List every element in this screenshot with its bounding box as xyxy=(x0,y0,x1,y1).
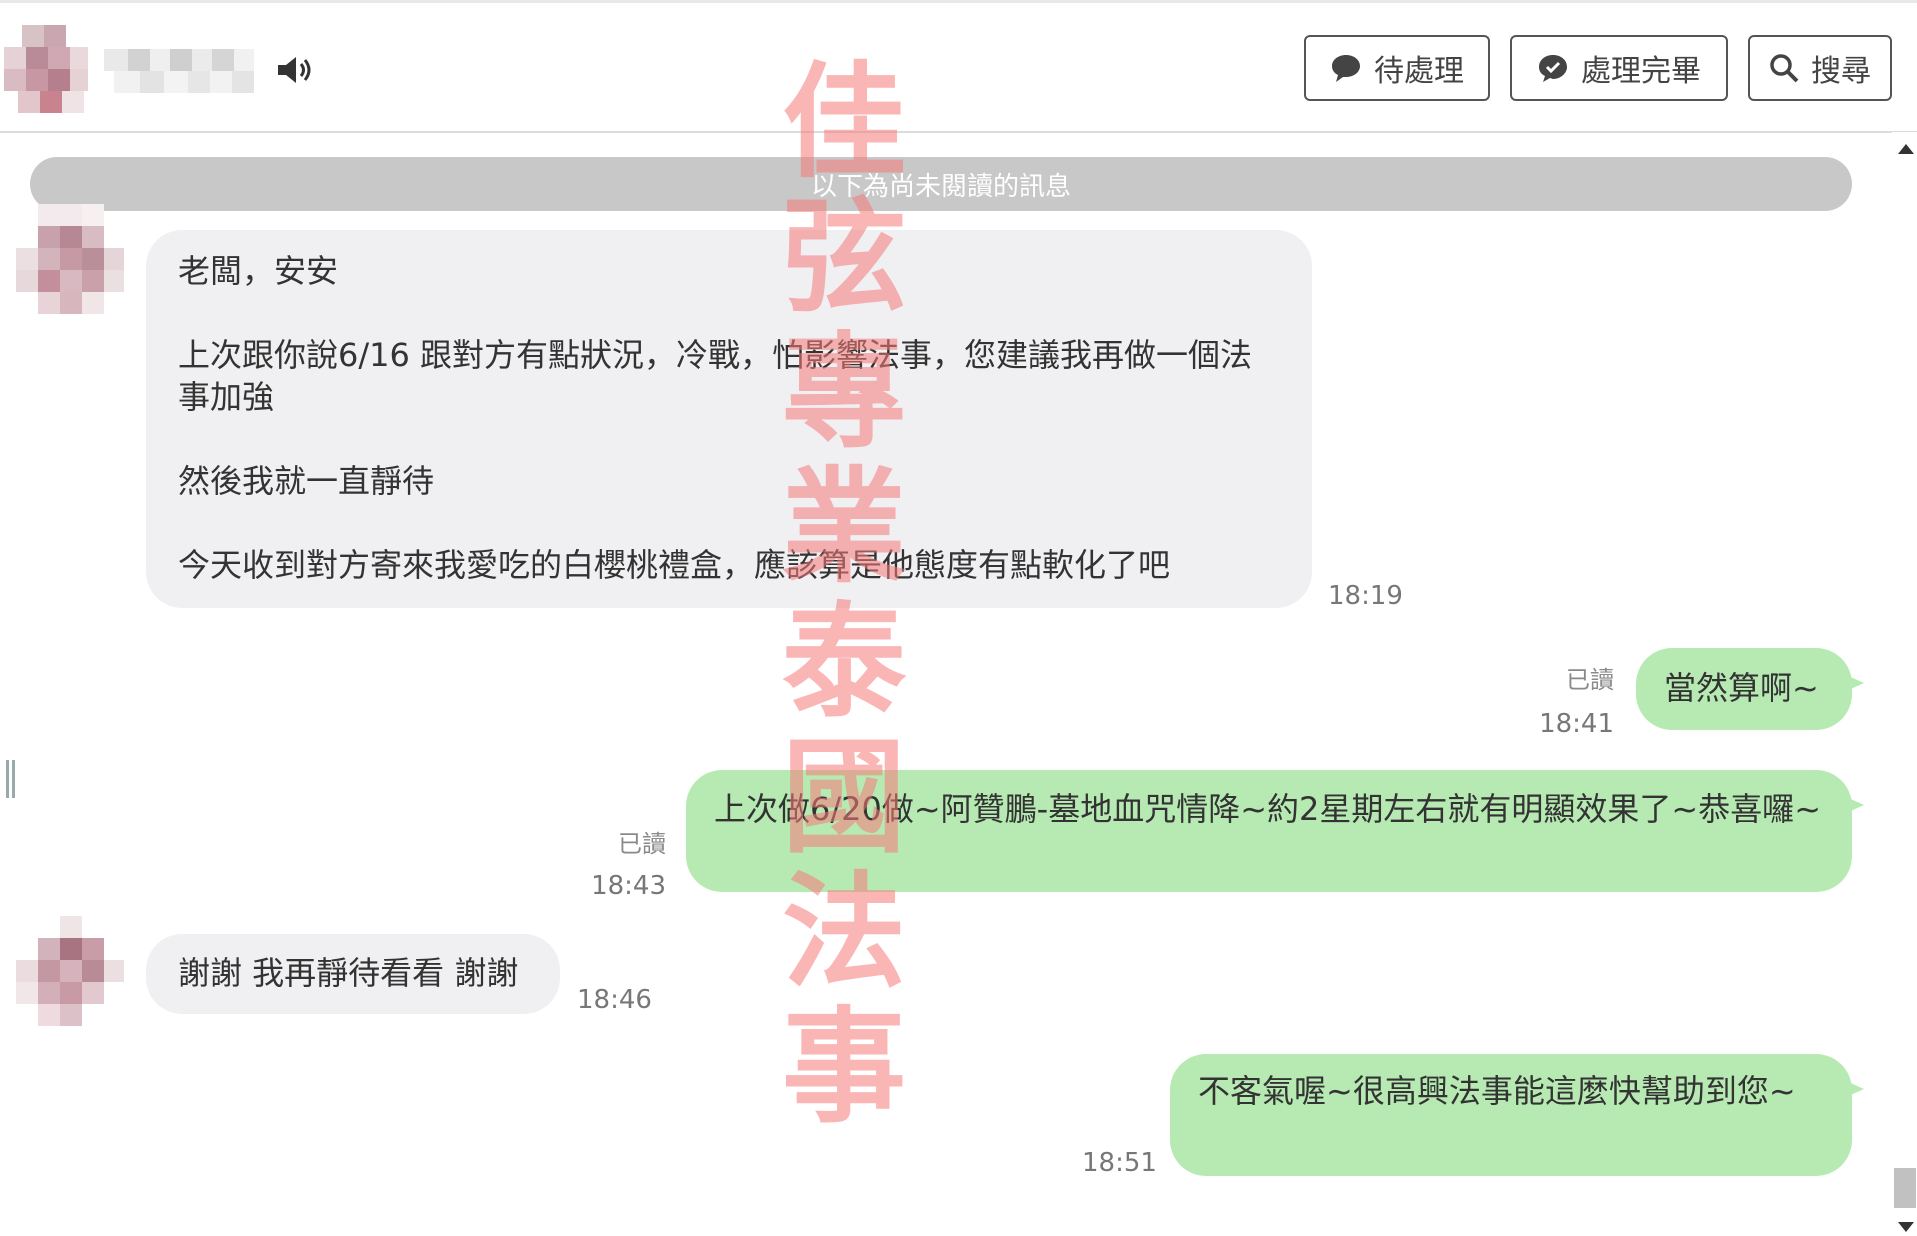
watermark-char: 泰 xyxy=(782,590,907,735)
contact-avatar[interactable] xyxy=(4,25,88,115)
read-receipt: 已讀 xyxy=(1566,666,1614,694)
message-time: 18:46 xyxy=(577,985,652,1015)
chat-header: 待處理 處理完畢 搜尋 xyxy=(0,3,1917,133)
message-time: 18:43 xyxy=(591,871,666,901)
sender-avatar[interactable] xyxy=(16,204,124,330)
chat-scrollbar[interactable] xyxy=(1892,132,1917,1236)
message-time: 18:19 xyxy=(1328,581,1403,611)
pending-button[interactable]: 待處理 xyxy=(1304,35,1490,101)
scroll-thumb[interactable] xyxy=(1894,1168,1916,1208)
incoming-message[interactable]: 老闆，安安 上次跟你說6/16 跟對方有點狀況，冷戰，怕影響法事，您建議我再做一… xyxy=(146,230,1312,608)
scroll-down-arrow-icon[interactable] xyxy=(1898,1222,1914,1232)
unread-divider: 以下為尚未閱讀的訊息 xyxy=(30,157,1852,211)
unread-divider-label: 以下為尚未閱讀的訊息 xyxy=(810,171,1071,202)
chat-check-icon xyxy=(1537,52,1569,84)
search-icon xyxy=(1769,53,1799,83)
incoming-message[interactable]: 謝謝 我再靜待看看 謝謝 xyxy=(146,934,560,1014)
speaker-icon[interactable] xyxy=(276,55,312,85)
outgoing-message[interactable]: 不客氣喔~很高興法事能這麼快幫助到您~ xyxy=(1170,1054,1864,1176)
watermark-char: 事 xyxy=(782,995,907,1140)
done-label: 處理完畢 xyxy=(1581,54,1701,89)
message-meta: 已讀 18:41 xyxy=(1520,664,1614,740)
search-button[interactable]: 搜尋 xyxy=(1748,35,1892,101)
outgoing-message[interactable]: 當然算啊~ xyxy=(1636,648,1864,730)
resize-handle[interactable] xyxy=(6,760,18,798)
sender-avatar[interactable] xyxy=(16,916,124,1026)
outgoing-message[interactable]: 上次做6/20做~阿贊鵬-墓地血咒情降~約2星期左右就有明顯效果了~恭喜囉~ xyxy=(686,770,1864,892)
search-label: 搜尋 xyxy=(1811,54,1871,89)
chat-bubble-icon xyxy=(1330,52,1362,84)
read-receipt: 已讀 xyxy=(618,830,666,858)
contact-name xyxy=(104,49,254,93)
scroll-up-arrow-icon[interactable] xyxy=(1898,144,1914,154)
done-button[interactable]: 處理完畢 xyxy=(1510,35,1728,101)
message-time: 18:41 xyxy=(1539,709,1614,739)
message-time: 18:51 xyxy=(1082,1148,1157,1178)
message-meta: 已讀 18:43 xyxy=(584,828,666,902)
pending-label: 待處理 xyxy=(1374,54,1464,89)
